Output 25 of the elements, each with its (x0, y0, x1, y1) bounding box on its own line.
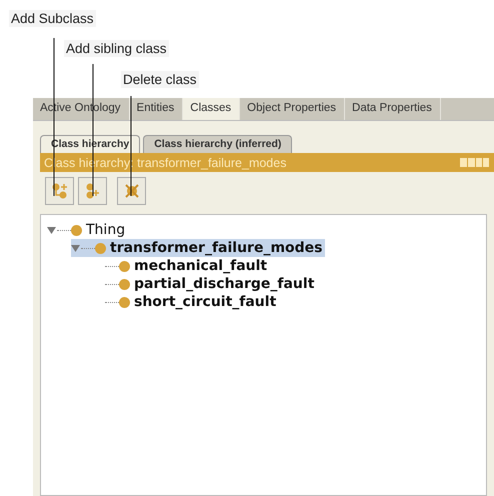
expand-triangle-icon[interactable] (71, 243, 81, 253)
selected-row-highlight[interactable]: transformer_failure_modes (71, 239, 325, 257)
class-label[interactable]: mechanical_fault (132, 258, 270, 274)
tab[interactable]: Classes (183, 98, 240, 120)
add-subclass-icon (50, 182, 68, 200)
callout-label: Add Subclass (9, 10, 96, 27)
tab[interactable]: Class hierarchy (inferred) (143, 135, 292, 153)
delete-class-icon (122, 182, 140, 200)
class-label[interactable]: short_circuit_fault (132, 294, 278, 310)
class-dot-icon (119, 278, 130, 290)
add-subclass-button[interactable] (45, 177, 74, 205)
callout-label: Add sibling class (64, 40, 169, 57)
class-dot-icon (95, 242, 106, 254)
delete-button[interactable] (117, 177, 146, 205)
add-sibling-icon (84, 182, 102, 200)
tab[interactable]: Entities (130, 98, 184, 120)
class-label[interactable]: transformer_failure_modes (108, 240, 325, 256)
class-dot-icon (119, 296, 130, 308)
add-sibling-button[interactable] (78, 177, 107, 205)
callout-label: Delete class (121, 71, 199, 88)
class-label[interactable]: partial_discharge_fault (132, 276, 316, 292)
class-dot-icon (71, 224, 82, 236)
class-label[interactable]: Thing (84, 222, 128, 238)
class-dot-icon (119, 260, 130, 272)
expand-triangle-icon[interactable] (47, 225, 57, 235)
